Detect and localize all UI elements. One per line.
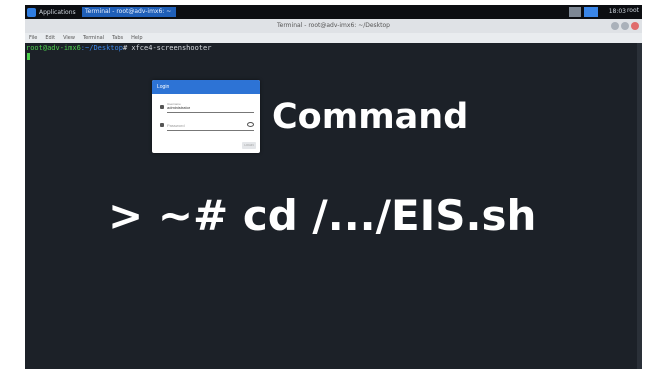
password-underline — [167, 130, 254, 131]
user-icon — [160, 105, 164, 109]
clock[interactable]: 18:03 — [609, 8, 626, 15]
login-form-thumbnail: Login Username administrator Password LO… — [152, 80, 260, 153]
applications-menu[interactable]: Applications — [27, 7, 76, 17]
password-placeholder: Password — [167, 123, 185, 128]
prompt-host: root@adv-imx6 — [26, 44, 81, 52]
window-title: Terminal - root@adv-imx6: ~/Desktop — [276, 22, 390, 29]
maximize-icon[interactable] — [621, 22, 629, 30]
workspace-switcher-icon[interactable] — [569, 7, 581, 17]
terminal-titlebar[interactable]: Terminal - root@adv-imx6: ~/Desktop — [25, 19, 642, 33]
terminal-menubar: File Edit View Terminal Tabs Help — [25, 33, 642, 43]
prompt-command: # xfce4-screenshooter — [122, 44, 212, 52]
eye-icon[interactable] — [247, 122, 254, 127]
top-panel: Applications Terminal - root@adv-imx6: ~… — [25, 5, 642, 19]
username-value: administrator — [167, 105, 191, 110]
menu-view[interactable]: View — [63, 33, 75, 43]
prompt-dir: :~/Desktop — [80, 44, 123, 52]
username-underline — [167, 112, 254, 113]
menu-help[interactable]: Help — [131, 33, 142, 43]
menu-file[interactable]: File — [29, 33, 37, 43]
menu-terminal[interactable]: Terminal — [83, 33, 104, 43]
minimize-icon[interactable] — [611, 22, 619, 30]
user-menu[interactable]: root — [627, 7, 639, 14]
terminal-cursor — [27, 53, 30, 60]
menu-tabs[interactable]: Tabs — [112, 33, 123, 43]
terminal-scrollbar[interactable] — [637, 43, 642, 369]
menu-edit[interactable]: Edit — [45, 33, 55, 43]
password-field[interactable]: Password — [160, 120, 254, 131]
window-controls — [611, 22, 639, 30]
desktop-screen: Applications Terminal - root@adv-imx6: ~… — [25, 5, 642, 369]
close-icon[interactable] — [631, 22, 639, 30]
lock-icon — [160, 123, 164, 127]
terminal-prompt-line: root@adv-imx6:~/Desktop# xfce4-screensho… — [26, 44, 211, 52]
command-text: > ~# cd /.../EIS.sh — [108, 191, 537, 240]
command-label: Command — [272, 97, 469, 137]
taskbar-terminal[interactable]: Terminal - root@adv-imx6: ~ — [82, 7, 176, 17]
xfce-logo-icon — [27, 7, 36, 17]
system-tray — [569, 7, 598, 17]
applications-label: Applications — [39, 8, 76, 16]
login-button[interactable]: LOGIN — [242, 142, 256, 149]
login-header: Login — [152, 80, 260, 94]
network-icon[interactable] — [584, 7, 598, 17]
username-field[interactable]: Username administrator — [160, 102, 254, 113]
